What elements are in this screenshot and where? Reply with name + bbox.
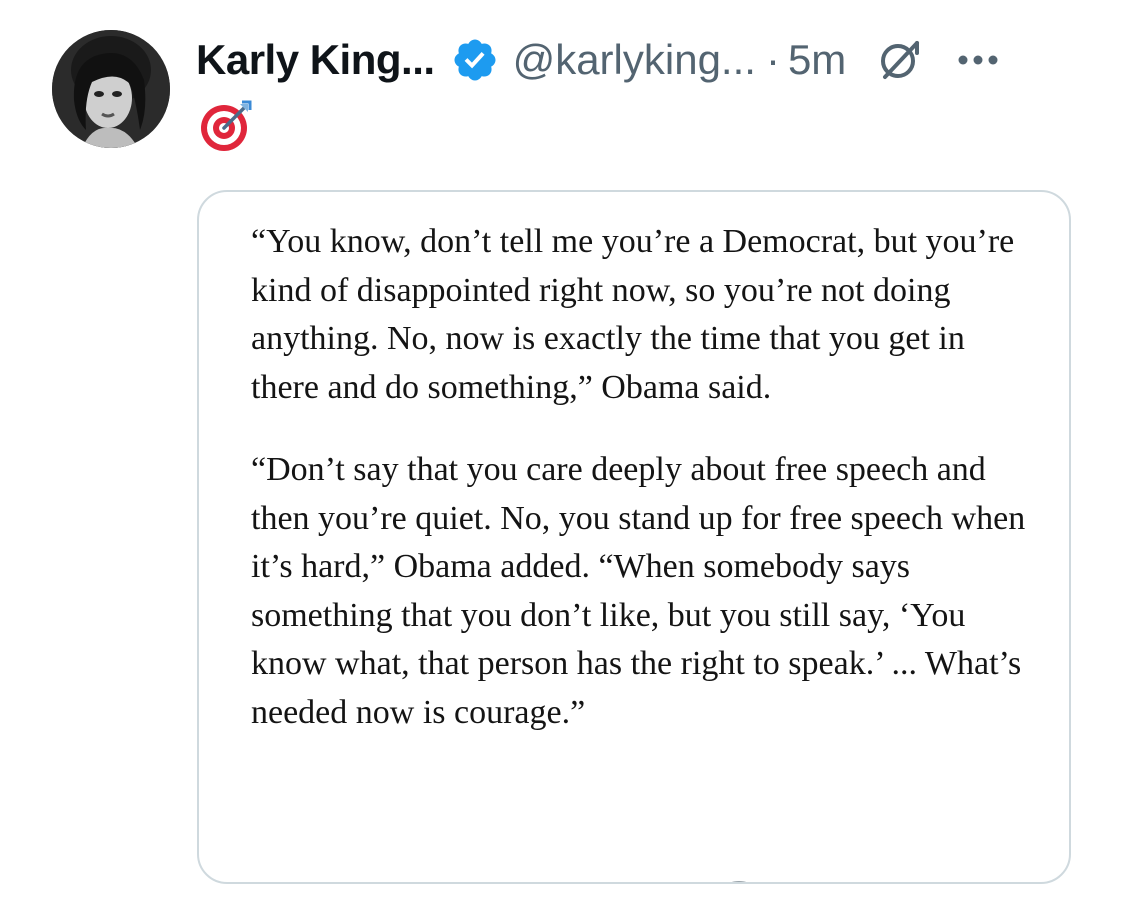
avatar-image: [52, 30, 170, 148]
quote-paragraph-2: “Don’t say that you care deeply about fr…: [251, 451, 1026, 731]
author-name[interactable]: Karly King...: [196, 36, 435, 84]
attached-image-card[interactable]: “You know, don’t tell me you’re a Democr…: [197, 190, 1071, 884]
post-header: Karly King... @karlyking... · 5m: [196, 32, 1002, 88]
more-options-icon[interactable]: [954, 36, 1002, 84]
separator-dot: ·: [765, 36, 780, 83]
post-timestamp[interactable]: 5m: [788, 36, 846, 84]
quote-paragraph-1: “You know, don’t tell me you’re a Democr…: [251, 223, 1015, 406]
cropped-footer-marks: [731, 881, 747, 882]
grok-icon[interactable]: [876, 36, 924, 84]
direct-hit-target-icon: [198, 98, 254, 154]
author-handle[interactable]: @karlyking...: [513, 36, 756, 84]
verified-badge-icon[interactable]: [451, 36, 499, 84]
author-avatar[interactable]: [52, 30, 170, 148]
quoted-article-text: “You know, don’t tell me you’re a Democr…: [251, 218, 1041, 737]
